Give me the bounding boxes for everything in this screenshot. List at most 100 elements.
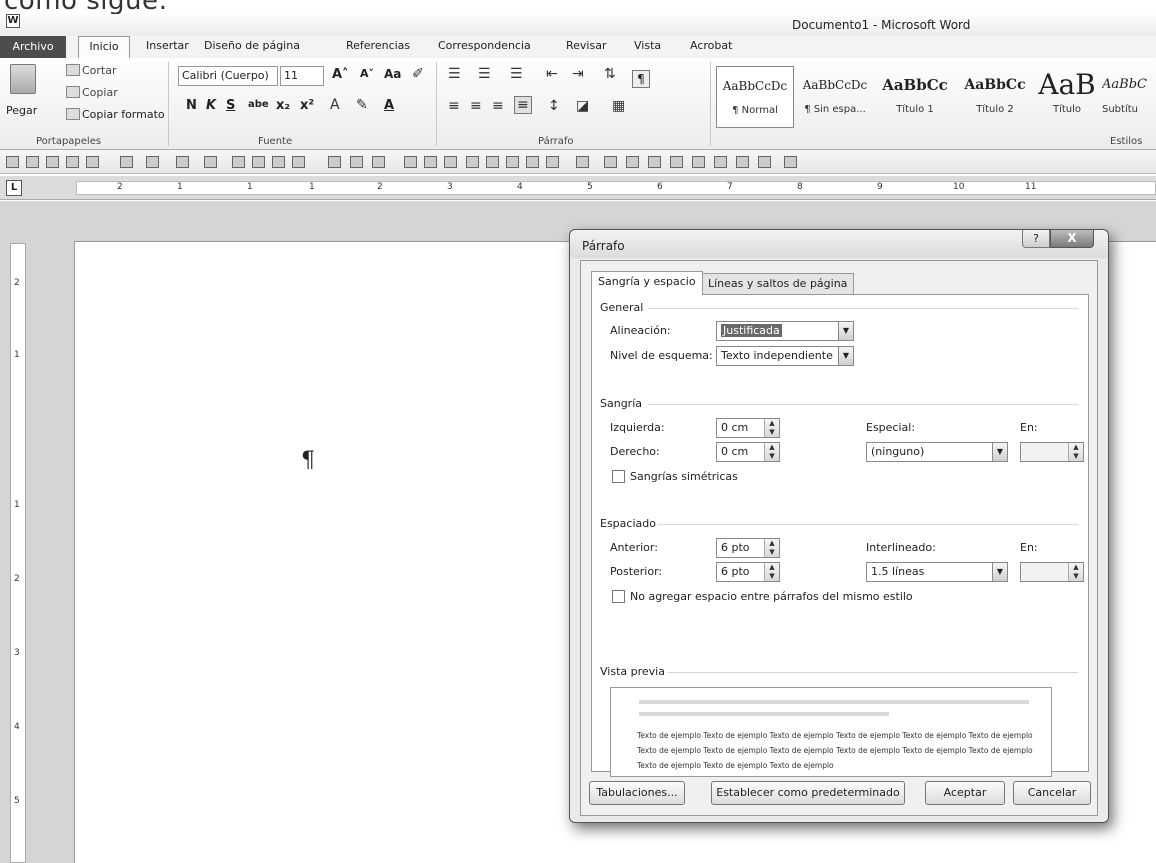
- tab-acrobat[interactable]: Acrobat: [690, 39, 732, 52]
- chevron-down-icon[interactable]: ▼: [992, 563, 1007, 581]
- increase-indent-icon[interactable]: ⇥: [572, 66, 584, 82]
- style-heading-1[interactable]: AaBbCc Título 1: [876, 66, 954, 128]
- distributed-icon[interactable]: [546, 156, 559, 168]
- borders-icon[interactable]: ▦: [612, 98, 625, 114]
- indent-icon[interactable]: [444, 156, 457, 168]
- copy-icon[interactable]: [232, 156, 245, 168]
- highlight-icon[interactable]: ✎: [356, 97, 368, 113]
- copy-button[interactable]: Copiar: [66, 86, 118, 99]
- underline-icon[interactable]: S: [226, 98, 235, 113]
- column-icon[interactable]: [648, 156, 661, 168]
- superscript-icon[interactable]: x²: [300, 98, 314, 113]
- bold-icon[interactable]: N: [186, 98, 197, 113]
- align-right-icon[interactable]: ≡: [492, 98, 504, 114]
- tab-referencias[interactable]: Referencias: [346, 39, 410, 52]
- underline-icon[interactable]: [670, 156, 683, 168]
- open-icon[interactable]: [26, 156, 39, 168]
- justify-icon[interactable]: [526, 156, 539, 168]
- spacing-before-input[interactable]: 6 pto ▲ ▼: [716, 538, 780, 558]
- special-indent-dropdown[interactable]: (ninguno) ▼: [866, 442, 1008, 462]
- justify-icon[interactable]: ≡: [514, 96, 532, 114]
- tab-archivo[interactable]: Archivo: [0, 36, 66, 58]
- align-center-icon[interactable]: [486, 156, 499, 168]
- tab-inicio[interactable]: Inicio: [78, 36, 130, 58]
- tab-insertar[interactable]: Insertar: [146, 39, 189, 52]
- spinner-arrows-icon[interactable]: ▲ ▼: [764, 539, 779, 557]
- chinese-layout-icon[interactable]: [692, 156, 705, 168]
- ok-button[interactable]: Aceptar: [925, 781, 1005, 805]
- decrease-indent-icon[interactable]: ⇤: [546, 66, 558, 82]
- shrink-font-icon[interactable]: A˅: [360, 67, 374, 80]
- grow-font-icon[interactable]: A˄: [332, 67, 349, 82]
- align-center-icon[interactable]: ≡: [470, 98, 482, 114]
- save-icon[interactable]: [46, 156, 59, 168]
- subscript-icon[interactable]: x₂: [276, 98, 290, 113]
- table-icon[interactable]: [350, 156, 363, 168]
- numbering-icon[interactable]: ☰: [478, 66, 491, 82]
- spinner-arrows-icon[interactable]: ▲ ▼: [1068, 563, 1083, 581]
- new-document-icon[interactable]: [6, 156, 19, 168]
- tab-revisar[interactable]: Revisar: [566, 39, 606, 52]
- vertical-ruler[interactable]: 2 1 1 2 3 4 5: [10, 243, 26, 863]
- format-painter-icon[interactable]: [252, 156, 265, 168]
- text-effects-icon[interactable]: A: [330, 97, 340, 113]
- tab-diseno-pagina[interactable]: Diseño de página: [204, 39, 300, 52]
- bullets-icon[interactable]: ☰: [448, 66, 461, 82]
- spelling-icon[interactable]: [328, 156, 341, 168]
- spinner-arrows-icon[interactable]: ▲ ▼: [1068, 443, 1083, 461]
- help-button[interactable]: ?: [1022, 230, 1050, 248]
- redo-icon[interactable]: [204, 156, 217, 168]
- change-case-icon[interactable]: [372, 156, 385, 168]
- document-icon[interactable]: [146, 156, 159, 168]
- spinner-arrows-icon[interactable]: ▲ ▼: [764, 563, 779, 581]
- font-icon[interactable]: [404, 156, 417, 168]
- dialog-title-bar[interactable]: Párrafo ? X: [570, 230, 1108, 258]
- alignment-dropdown[interactable]: Justificada ▼: [716, 321, 854, 341]
- change-case-icon[interactable]: Aa: [384, 67, 401, 81]
- tabs-button[interactable]: Tabulaciones...: [589, 781, 685, 805]
- tab-line-page-breaks[interactable]: Líneas y saltos de página: [701, 273, 855, 295]
- italic-icon[interactable]: K: [206, 98, 216, 113]
- select-icon[interactable]: [576, 156, 589, 168]
- word-app-icon[interactable]: W: [6, 14, 20, 28]
- line-spacing-dropdown[interactable]: 1.5 líneas ▼: [866, 562, 1008, 582]
- chevron-down-icon[interactable]: ▼: [992, 443, 1007, 461]
- customize-qat-icon[interactable]: [784, 156, 797, 168]
- font-size-combo[interactable]: 11: [280, 66, 324, 86]
- align-right-icon[interactable]: [506, 156, 519, 168]
- undo-icon[interactable]: [176, 156, 189, 168]
- horizontal-ruler[interactable]: 2 1 1 1 2 3 4 5 6 7 8 9 10 11: [76, 181, 1156, 195]
- style-heading-2[interactable]: AaBbCc Título 2: [956, 66, 1034, 128]
- outline-level-dropdown[interactable]: Texto independiente ▼: [716, 346, 854, 366]
- tab-vista[interactable]: Vista: [634, 39, 661, 52]
- print-preview-icon[interactable]: [86, 156, 99, 168]
- emphasis-icon[interactable]: [714, 156, 727, 168]
- line-spacing-icon[interactable]: ↕: [548, 98, 560, 114]
- right-indent-input[interactable]: 0 cm ▲ ▼: [716, 442, 780, 462]
- sort-icon[interactable]: ⇅: [604, 66, 616, 82]
- strikethrough-icon[interactable]: abe: [248, 99, 269, 110]
- set-default-button[interactable]: Establecer como predeterminado: [711, 781, 905, 805]
- align-left-icon[interactable]: [466, 156, 479, 168]
- paste-icon[interactable]: [272, 156, 285, 168]
- style-no-spacing[interactable]: AaBbCcDc ¶ Sin espa...: [796, 66, 874, 128]
- format-painter-button[interactable]: Copiar formato: [66, 108, 165, 121]
- paragraph-icon[interactable]: [424, 156, 437, 168]
- clear-format-icon[interactable]: ✐: [412, 66, 424, 82]
- chevron-down-icon[interactable]: ▼: [838, 322, 853, 340]
- column-icon[interactable]: [604, 156, 617, 168]
- spacing-after-input[interactable]: 6 pto ▲ ▼: [716, 562, 780, 582]
- tab-selector[interactable]: L: [6, 180, 22, 196]
- spinner-arrows-icon[interactable]: ▲ ▼: [764, 419, 779, 437]
- cut-button[interactable]: Cortar: [66, 64, 117, 77]
- column-icon[interactable]: [626, 156, 639, 168]
- style-subtitle[interactable]: AaBbC Subtítu: [1102, 66, 1156, 128]
- paste-icon[interactable]: [10, 64, 36, 94]
- enclose-icon[interactable]: [758, 156, 771, 168]
- paste-button[interactable]: Pegar: [6, 104, 37, 117]
- mirror-indents-checkbox[interactable]: [612, 470, 625, 483]
- shading-icon[interactable]: ◪: [576, 98, 589, 114]
- show-formatting-icon[interactable]: ¶: [632, 70, 650, 88]
- indent-by-input[interactable]: ▲ ▼: [1020, 442, 1084, 462]
- tab-indents-spacing[interactable]: Sangría y espacio: [591, 271, 703, 295]
